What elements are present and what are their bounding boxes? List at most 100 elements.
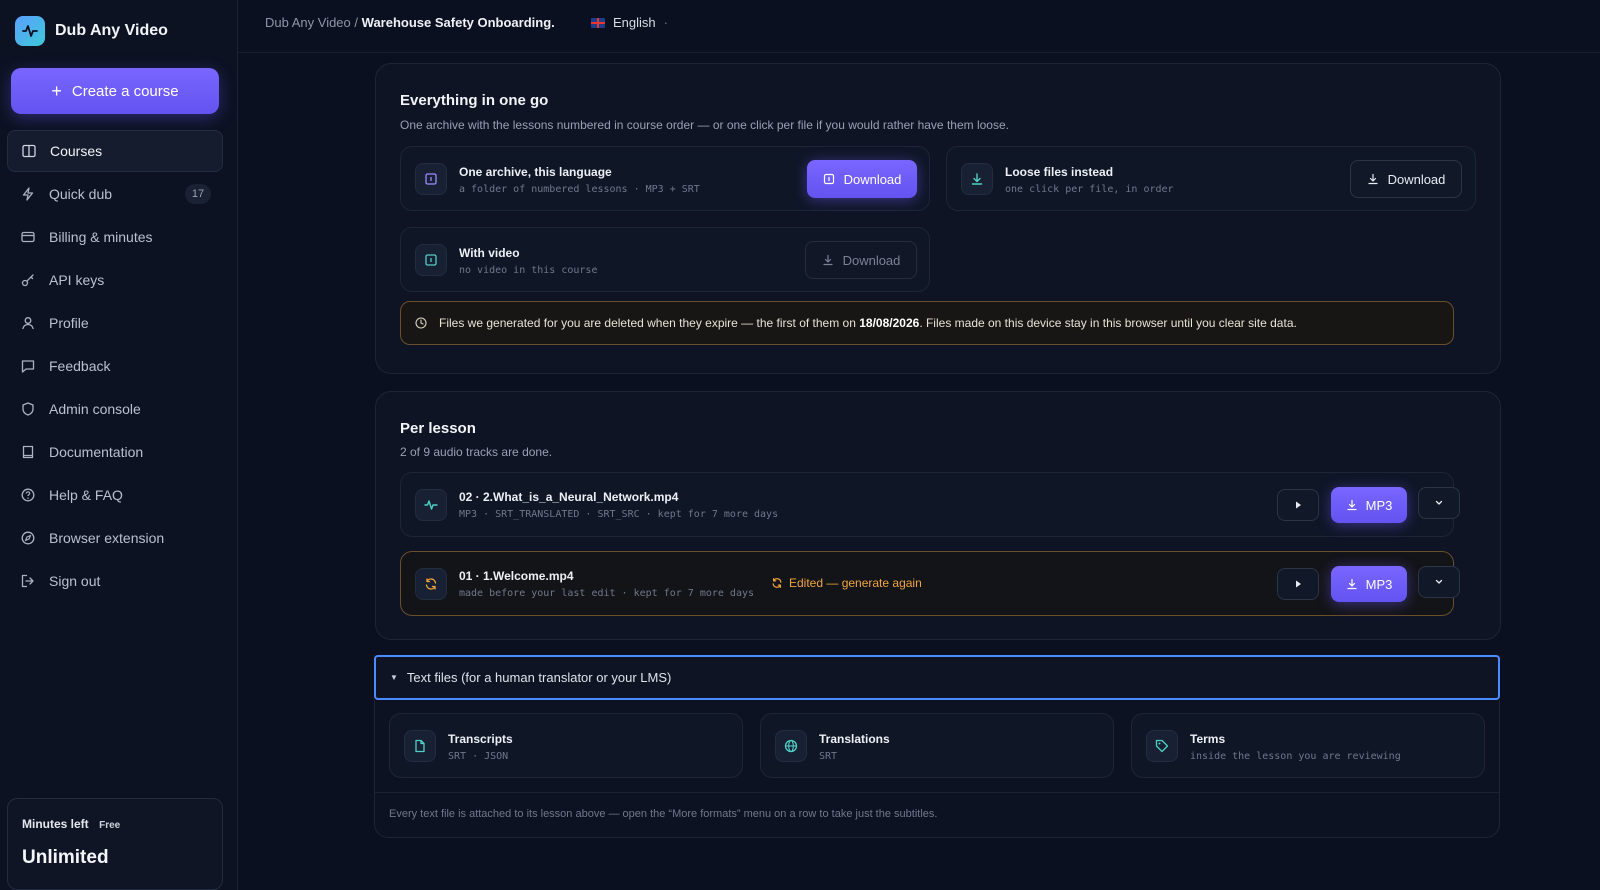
breadcrumb-separator: / <box>354 15 359 30</box>
play-button[interactable] <box>1277 489 1319 521</box>
language-selector[interactable]: English · <box>591 15 668 30</box>
archive-download-button[interactable]: Download <box>807 160 917 198</box>
sidebar-item-api-keys[interactable]: API keys <box>7 259 223 301</box>
refresh-icon <box>415 568 447 600</box>
plan-tag: Free <box>99 820 121 831</box>
sidebar-item-help[interactable]: Help & FAQ <box>7 474 223 516</box>
archive-tile: One archive, this language a folder of n… <box>400 146 930 211</box>
sidebar-item-profile[interactable]: Profile <box>7 302 223 344</box>
download-icon <box>1346 578 1358 590</box>
regenerate-link[interactable]: Edited — generate again <box>771 576 922 590</box>
create-course-button[interactable]: + Create a course <box>11 68 219 114</box>
mp3-download-button[interactable]: MP3 <box>1331 566 1407 602</box>
book-open-icon <box>21 143 37 159</box>
play-icon <box>1296 501 1301 509</box>
audio-wave-icon <box>415 489 447 521</box>
divider <box>374 792 1500 793</box>
download-icon <box>1367 173 1379 185</box>
text-files-footnote: Every text file is attached to its lesso… <box>389 808 938 820</box>
archive-icon <box>823 173 835 185</box>
terms-sub: inside the lesson you are reviewing <box>1190 751 1401 762</box>
language-label: English <box>613 15 656 30</box>
play-button[interactable] <box>1277 568 1319 600</box>
terms-title: Terms <box>1190 732 1226 746</box>
all-in-one-card: Everything in one go One archive with th… <box>375 63 1501 374</box>
translations-tile[interactable]: Translations SRT <box>760 713 1114 778</box>
loose-files-download-button[interactable]: Download <box>1350 160 1462 198</box>
mp3-label: MP3 <box>1365 497 1393 513</box>
bolt-icon <box>20 186 36 202</box>
text-files-toggle[interactable]: ▼ Text files (for a human translator or … <box>374 655 1500 700</box>
all-in-one-title: Everything in one go <box>400 92 549 109</box>
sidebar-item-sign-out[interactable]: Sign out <box>7 560 223 602</box>
sidebar-item-feedback[interactable]: Feedback <box>7 345 223 387</box>
lesson-title: 02 · 2.What_is_a_Neural_Network.mp4 <box>459 490 679 504</box>
lesson-title: 01 · 1.Welcome.mp4 <box>459 569 574 583</box>
translations-sub: SRT <box>819 751 838 762</box>
sidebar-item-courses[interactable]: Courses <box>7 130 223 172</box>
app-name: Dub Any Video <box>55 22 168 39</box>
sidebar-item-admin-console[interactable]: Admin console <box>7 388 223 430</box>
key-icon <box>20 272 36 288</box>
sidebar-item-browser-extension[interactable]: Browser extension <box>7 517 223 559</box>
edited-status: Edited — generate again <box>789 576 922 590</box>
breadcrumb-current: Warehouse Safety Onboarding. <box>361 15 555 30</box>
credit-card-icon <box>20 229 36 245</box>
expiry-notice-text: Files we generated for you are deleted w… <box>439 316 1297 330</box>
with-video-download-label: Download <box>842 252 901 268</box>
sidebar-item-label: Admin console <box>49 401 141 417</box>
notice-text-after: . Files made on this device stay in this… <box>919 316 1297 330</box>
with-video-title: With video <box>459 246 520 260</box>
logout-icon <box>20 573 36 589</box>
chevron-down-icon <box>1435 579 1443 584</box>
text-files-summary: Text files (for a human translator or yo… <box>406 670 672 685</box>
more-formats-button[interactable] <box>1418 566 1460 598</box>
message-icon <box>20 358 36 374</box>
sidebar-item-documentation[interactable]: Documentation <box>7 431 223 473</box>
all-in-one-subtitle: One archive with the lessons numbered in… <box>400 118 1009 132</box>
mp3-label: MP3 <box>1365 576 1393 592</box>
sidebar-item-label: API keys <box>49 272 105 288</box>
mp3-download-button[interactable]: MP3 <box>1331 487 1407 523</box>
sidebar-item-label: Documentation <box>49 444 144 460</box>
sidebar-item-label: Profile <box>49 315 89 331</box>
loose-files-download-label: Download <box>1387 171 1446 187</box>
brand[interactable]: Dub Any Video <box>15 16 168 46</box>
lesson-formats: made before your last edit · kept for 7 … <box>459 588 755 599</box>
refresh-icon <box>771 577 783 589</box>
breadcrumb-root[interactable]: Dub Any Video <box>265 15 351 30</box>
uk-flag-icon <box>591 17 605 28</box>
with-video-sub: no video in this course <box>459 265 598 276</box>
sidebar-item-label: Billing & minutes <box>49 229 153 245</box>
transcripts-tile[interactable]: Transcripts SRT · JSON <box>389 713 743 778</box>
sidebar-item-billing[interactable]: Billing & minutes <box>7 216 223 258</box>
help-circle-icon <box>20 487 36 503</box>
minutes-label: Minutes left <box>22 817 89 831</box>
sidebar-item-quick-dub[interactable]: Quick dub 17 <box>7 173 223 215</box>
pulse-logo-icon <box>15 16 45 46</box>
clock-icon <box>415 317 427 329</box>
archive-icon <box>415 163 447 195</box>
with-video-download-button[interactable]: Download <box>805 241 917 279</box>
download-icon <box>1346 499 1358 511</box>
chevron-down-icon <box>1435 500 1443 505</box>
tag-icon <box>1146 730 1178 762</box>
per-lesson-subtitle: 2 of 9 audio tracks are done. <box>400 445 553 459</box>
notice-text-before: Files we generated for you are deleted w… <box>439 316 856 330</box>
terms-tile[interactable]: Terms inside the lesson you are reviewin… <box>1131 713 1485 778</box>
shield-icon <box>20 401 36 417</box>
globe-icon <box>775 730 807 762</box>
caret-down-icon: ▼ <box>390 673 398 682</box>
archive-title: One archive, this language <box>459 165 612 179</box>
per-lesson-title: Per lesson <box>400 420 476 437</box>
topbar: Dub Any Video / Warehouse Safety Onboard… <box>238 0 1600 53</box>
transcripts-sub: SRT · JSON <box>448 751 509 762</box>
lesson-formats: MP3 · SRT_TRANSLATED · SRT_SRC · kept fo… <box>459 509 779 520</box>
sidebar: Dub Any Video + Create a course Courses … <box>0 0 238 890</box>
compass-icon <box>20 530 36 546</box>
with-video-tile: With video no video in this course Downl… <box>400 227 930 292</box>
archive-sub: a folder of numbered lessons · MP3 + SRT <box>459 184 700 195</box>
loose-files-tile: Loose files instead one click per file, … <box>946 146 1476 211</box>
sidebar-item-label: Browser extension <box>49 530 165 546</box>
more-formats-button[interactable] <box>1418 487 1460 519</box>
